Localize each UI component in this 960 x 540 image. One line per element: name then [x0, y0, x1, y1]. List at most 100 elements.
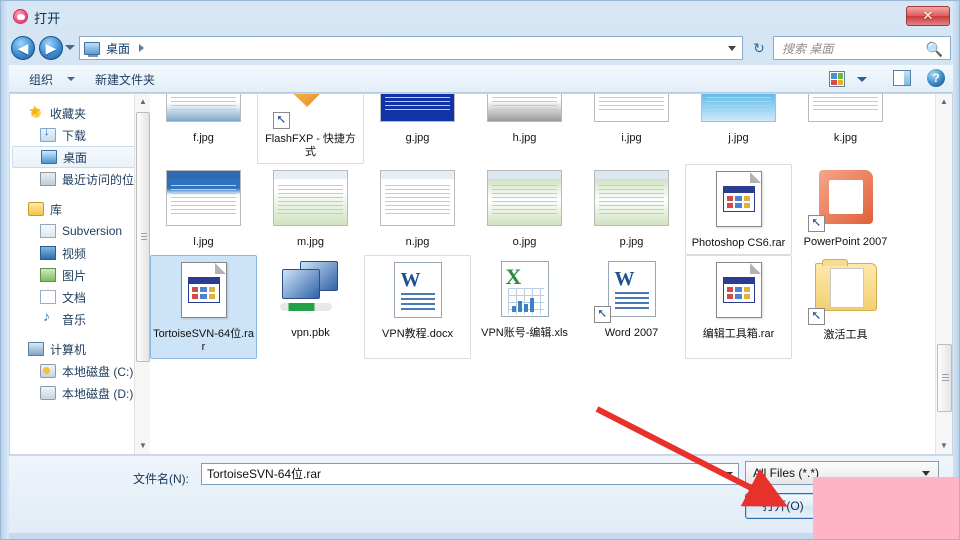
sidebar-item-label: Subversion	[62, 224, 123, 238]
file-item[interactable]: n.jpg	[364, 164, 471, 255]
views-chevron-down-icon[interactable]	[857, 77, 867, 82]
file-item[interactable]: FlashFXP - 快捷方式	[257, 94, 364, 164]
sidebar-head-libraries[interactable]: 库	[10, 198, 150, 220]
file-item[interactable]: i.jpg	[578, 94, 685, 164]
address-dropdown-icon[interactable]	[728, 46, 736, 51]
file-item[interactable]: o.jpg	[471, 164, 578, 255]
open-button[interactable]: 打开(O)	[745, 493, 821, 519]
preview-pane-icon[interactable]	[893, 70, 911, 86]
file-label: vpn.pbk	[291, 327, 330, 339]
filename-dropdown-icon[interactable]	[723, 472, 733, 477]
views-grid-icon[interactable]	[829, 71, 845, 87]
sidebar-item-downloads[interactable]: 下载	[10, 124, 150, 146]
file-item[interactable]: g.jpg	[364, 94, 471, 164]
sidebar-item-label: 本地磁盘 (D:)	[62, 386, 134, 401]
file-item[interactable]: l.jpg	[150, 164, 257, 255]
filename-label: 文件名(N):	[133, 472, 189, 486]
file-label: l.jpg	[193, 236, 214, 248]
file-thumbnail	[166, 170, 241, 232]
file-item[interactable]: W VPN教程.docx	[364, 255, 471, 359]
file-item[interactable]: k.jpg	[792, 94, 899, 164]
file-item[interactable]: 激活工具	[792, 255, 899, 359]
word-document-icon: W	[607, 261, 656, 317]
file-item[interactable]: f.jpg	[150, 94, 257, 164]
thumbnail-image	[487, 94, 562, 122]
organize-button[interactable]: 组织	[29, 71, 53, 88]
sidebar-head-favorites[interactable]: 收藏夹	[10, 102, 150, 124]
rar-archive-icon	[715, 262, 762, 318]
shortcut-overlay-icon	[273, 112, 290, 129]
file-item[interactable]: Photoshop CS6.rar	[685, 164, 792, 255]
sidebar-item-pictures[interactable]: 图片	[10, 264, 150, 286]
sidebar-item-subversion[interactable]: Subversion	[10, 220, 150, 242]
file-item[interactable]: h.jpg	[471, 94, 578, 164]
refresh-icon[interactable]: ↻	[749, 39, 769, 57]
sidebar-head-computer[interactable]: 计算机	[10, 338, 150, 360]
file-item-selected[interactable]: TortoiseSVN-64位.rar	[150, 255, 257, 359]
forward-button[interactable]: ▶	[39, 36, 63, 60]
file-label: 编辑工具箱.rar	[702, 328, 775, 340]
documents-icon	[40, 290, 56, 304]
sidebar-item-recent-places[interactable]: 最近访问的位置	[10, 168, 150, 190]
file-item[interactable]: 编辑工具箱.rar	[685, 255, 792, 359]
help-icon[interactable]: ?	[927, 69, 945, 87]
file-item[interactable]: PowerPoint 2007	[792, 164, 899, 255]
sidebar-scroll-up-icon[interactable]: ▲	[135, 94, 150, 110]
close-button[interactable]: ✕	[906, 6, 950, 26]
thumbnail-image	[166, 170, 241, 226]
sidebar-item-desktop[interactable]: 桌面	[12, 146, 146, 168]
pictures-icon	[40, 268, 56, 282]
nav-group-favorites: 收藏夹 下载 桌面 最近访问的位置	[10, 102, 150, 190]
back-button[interactable]: ◀	[11, 36, 35, 60]
shortcut-overlay-icon	[808, 308, 825, 325]
breadcrumb-desktop[interactable]: 桌面	[106, 40, 130, 57]
sidebar-head-label: 计算机	[50, 342, 87, 357]
pink-redaction-overlay	[813, 477, 959, 539]
sidebar-item-music[interactable]: 音乐	[10, 308, 150, 330]
file-label: VPN教程.docx	[382, 328, 453, 340]
sidebar-scroll-down-icon[interactable]: ▼	[135, 438, 150, 454]
filename-input[interactable]: TortoiseSVN-64位.rar	[201, 463, 739, 485]
sidebar-item-disk-c[interactable]: 本地磁盘 (C:)	[10, 360, 150, 382]
powerpoint-icon	[818, 170, 873, 224]
command-toolbar: 组织 新建文件夹 ?	[9, 65, 953, 93]
file-label: i.jpg	[621, 132, 642, 144]
shortcut-overlay-icon	[594, 306, 611, 323]
recent-locations-chevron-icon[interactable]	[65, 45, 75, 50]
file-type-filter-value: All Files (*.*)	[753, 466, 820, 480]
file-item[interactable]: X VPN账号-编辑.xls	[471, 255, 578, 359]
library-icon	[28, 202, 44, 216]
file-item[interactable]: m.jpg	[257, 164, 364, 255]
search-input[interactable]: 搜索 桌面 🔍	[773, 36, 951, 60]
file-list-scrollbar[interactable]: ▲ ▼	[935, 94, 952, 454]
open-file-dialog: 打开 ✕ ◀ ▶ 桌面 ↻ 搜索 桌面 🔍 组织 新建文件夹 ? ★ 收藏夹 ↓…	[0, 0, 960, 540]
file-label: n.jpg	[405, 236, 430, 248]
file-item[interactable]: vpn.pbk	[257, 255, 364, 359]
file-scroll-down-icon[interactable]: ▼	[936, 438, 952, 454]
file-item[interactable]: p.jpg	[578, 164, 685, 255]
file-item[interactable]: W Word 2007	[578, 255, 685, 359]
thumbnail-image	[594, 170, 669, 226]
file-thumbnail	[273, 261, 348, 323]
file-list-pane[interactable]: f.jpg FlashFXP - 快捷方式 g.jpg h.jpg i.jpg j.jpg…	[150, 94, 952, 454]
address-bar[interactable]: 桌面	[79, 36, 743, 60]
file-scroll-up-icon[interactable]: ▲	[936, 94, 952, 110]
sidebar-item-videos[interactable]: 视频	[10, 242, 150, 264]
file-label: p.jpg	[619, 236, 644, 248]
file-scroll-thumb[interactable]	[937, 344, 952, 412]
sidebar-scrollbar[interactable]: ▲ ▼	[134, 94, 150, 454]
file-thumbnail	[273, 94, 348, 129]
navigation-pane: 收藏夹 下载 桌面 最近访问的位置 库	[10, 94, 150, 454]
search-icon: 🔍	[925, 41, 943, 57]
sidebar-item-label: 桌面	[63, 150, 88, 165]
content-area: 收藏夹 下载 桌面 最近访问的位置 库	[9, 93, 953, 455]
chevron-down-icon	[922, 471, 930, 476]
sidebar-item-disk-d[interactable]: 本地磁盘 (D:)	[10, 382, 150, 404]
sidebar-scroll-thumb[interactable]	[136, 112, 150, 362]
file-grid-row: TortoiseSVN-64位.rar vpn.pbk W VPN教程.docx X VP…	[150, 255, 952, 359]
organize-chevron-down-icon[interactable]	[67, 77, 75, 81]
breadcrumb-chevron-icon[interactable]	[139, 44, 145, 52]
new-folder-button[interactable]: 新建文件夹	[95, 71, 155, 88]
file-item[interactable]: j.jpg	[685, 94, 792, 164]
sidebar-item-documents[interactable]: 文档	[10, 286, 150, 308]
